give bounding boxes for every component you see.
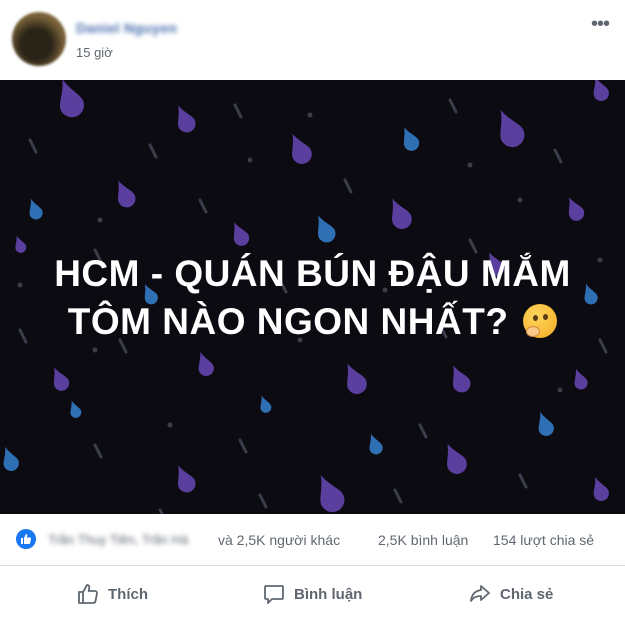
raindrop-shape xyxy=(447,443,467,474)
raindrop-shape xyxy=(198,351,214,376)
raindrop-shape xyxy=(233,222,250,246)
raindrop-shape xyxy=(118,180,136,208)
share-button[interactable]: Chia sẻ xyxy=(468,577,553,611)
headline-line-2-wrap: TÔM NÀO NGON NHẤT? xyxy=(0,298,625,346)
post-image[interactable]: HCM - QUÁN BÚN ĐẬU MẮM TÔM NÀO NGON NHẤT… xyxy=(0,80,625,514)
thumbs-up-icon xyxy=(78,584,98,604)
thinking-face-emoji-icon xyxy=(523,304,558,338)
raindrop-shape xyxy=(178,105,196,133)
rain-dot xyxy=(167,422,173,428)
raindrop-shape xyxy=(593,476,609,501)
rain-streak xyxy=(28,138,38,154)
raindrop-shape xyxy=(53,367,70,391)
raindrop-shape xyxy=(538,411,554,436)
rain-streak xyxy=(93,443,103,459)
reaction-stats-bar: Trần Thuy Tiên, Trần Hà và 2,5K người kh… xyxy=(0,514,625,566)
post-timestamp[interactable]: 15 giờ xyxy=(76,45,113,60)
raindrop-shape xyxy=(392,198,412,229)
comment-button-label: Bình luận xyxy=(294,585,363,603)
raindrop-shape xyxy=(320,475,345,513)
rain-dot xyxy=(97,217,103,223)
rain-streak xyxy=(518,473,528,489)
rain-streak xyxy=(258,493,268,509)
like-button[interactable]: Thích xyxy=(76,577,148,611)
headline-line-1: HCM - QUÁN BÚN ĐẬU MẮM xyxy=(54,253,571,294)
raindrop-shape xyxy=(70,400,82,418)
avatar[interactable] xyxy=(12,12,66,66)
raindrop-shape xyxy=(59,80,84,118)
raindrop-shape xyxy=(3,446,19,471)
raindrop-shape xyxy=(593,80,609,101)
raindrop-shape xyxy=(403,127,420,151)
raindrop-shape xyxy=(347,363,367,394)
rain-dot xyxy=(467,162,473,168)
raindrop-shape xyxy=(292,133,312,164)
thumbs-up-icon xyxy=(21,534,32,544)
raindrop-shape xyxy=(500,110,525,148)
reactor-names[interactable]: Trần Thuy Tiên, Trần Hà xyxy=(48,532,188,547)
like-reaction-icon[interactable] xyxy=(16,529,36,549)
raindrop-shape xyxy=(318,215,336,243)
raindrop-shape xyxy=(453,365,471,393)
like-button-label: Thích xyxy=(108,585,148,603)
shares-count[interactable]: 154 lượt chia sẻ xyxy=(493,532,594,548)
raindrop-shape xyxy=(29,198,43,220)
rain-streak xyxy=(343,178,353,194)
comments-count[interactable]: 2,5K bình luận xyxy=(378,532,468,548)
more-options-icon[interactable]: ••• xyxy=(591,14,610,34)
post-action-bar: Thích Bình luận Chia sẻ xyxy=(0,567,625,621)
rain-streak xyxy=(233,103,243,119)
headline-line-2: TÔM NÀO NGON NHẤT? xyxy=(67,301,509,342)
raindrop-shape xyxy=(574,368,588,390)
rain-streak xyxy=(418,423,428,439)
raindrop-shape xyxy=(568,197,585,221)
rain-dot xyxy=(517,197,523,203)
rain-streak xyxy=(148,143,158,159)
rain-dot xyxy=(557,387,563,393)
post-headline: HCM - QUÁN BÚN ĐẬU MẮM TÔM NÀO NGON NHẤT… xyxy=(0,250,625,346)
rain-dot xyxy=(92,347,98,353)
rain-streak xyxy=(198,198,208,214)
share-button-label: Chia sẻ xyxy=(500,585,554,603)
raindrop-shape xyxy=(178,465,196,493)
share-arrow-icon xyxy=(470,585,490,602)
post-header: Daniel Nguyen 15 giờ ••• xyxy=(0,0,625,80)
rain-streak xyxy=(238,438,248,454)
rain-streak xyxy=(393,488,403,504)
comment-bubble-icon xyxy=(264,585,284,604)
rain-streak xyxy=(448,98,458,114)
raindrop-shape xyxy=(369,433,383,455)
comment-button[interactable]: Bình luận xyxy=(262,577,362,611)
reactions-count[interactable]: và 2,5K người khác xyxy=(218,532,340,548)
raindrop-shape xyxy=(260,395,272,413)
author-name[interactable]: Daniel Nguyen xyxy=(76,20,177,36)
facebook-post: Daniel Nguyen 15 giờ ••• HCM - QUÁN BÚN … xyxy=(0,0,625,621)
rain-streak xyxy=(553,148,563,164)
rain-dot xyxy=(307,112,313,118)
rain-dot xyxy=(247,157,253,163)
